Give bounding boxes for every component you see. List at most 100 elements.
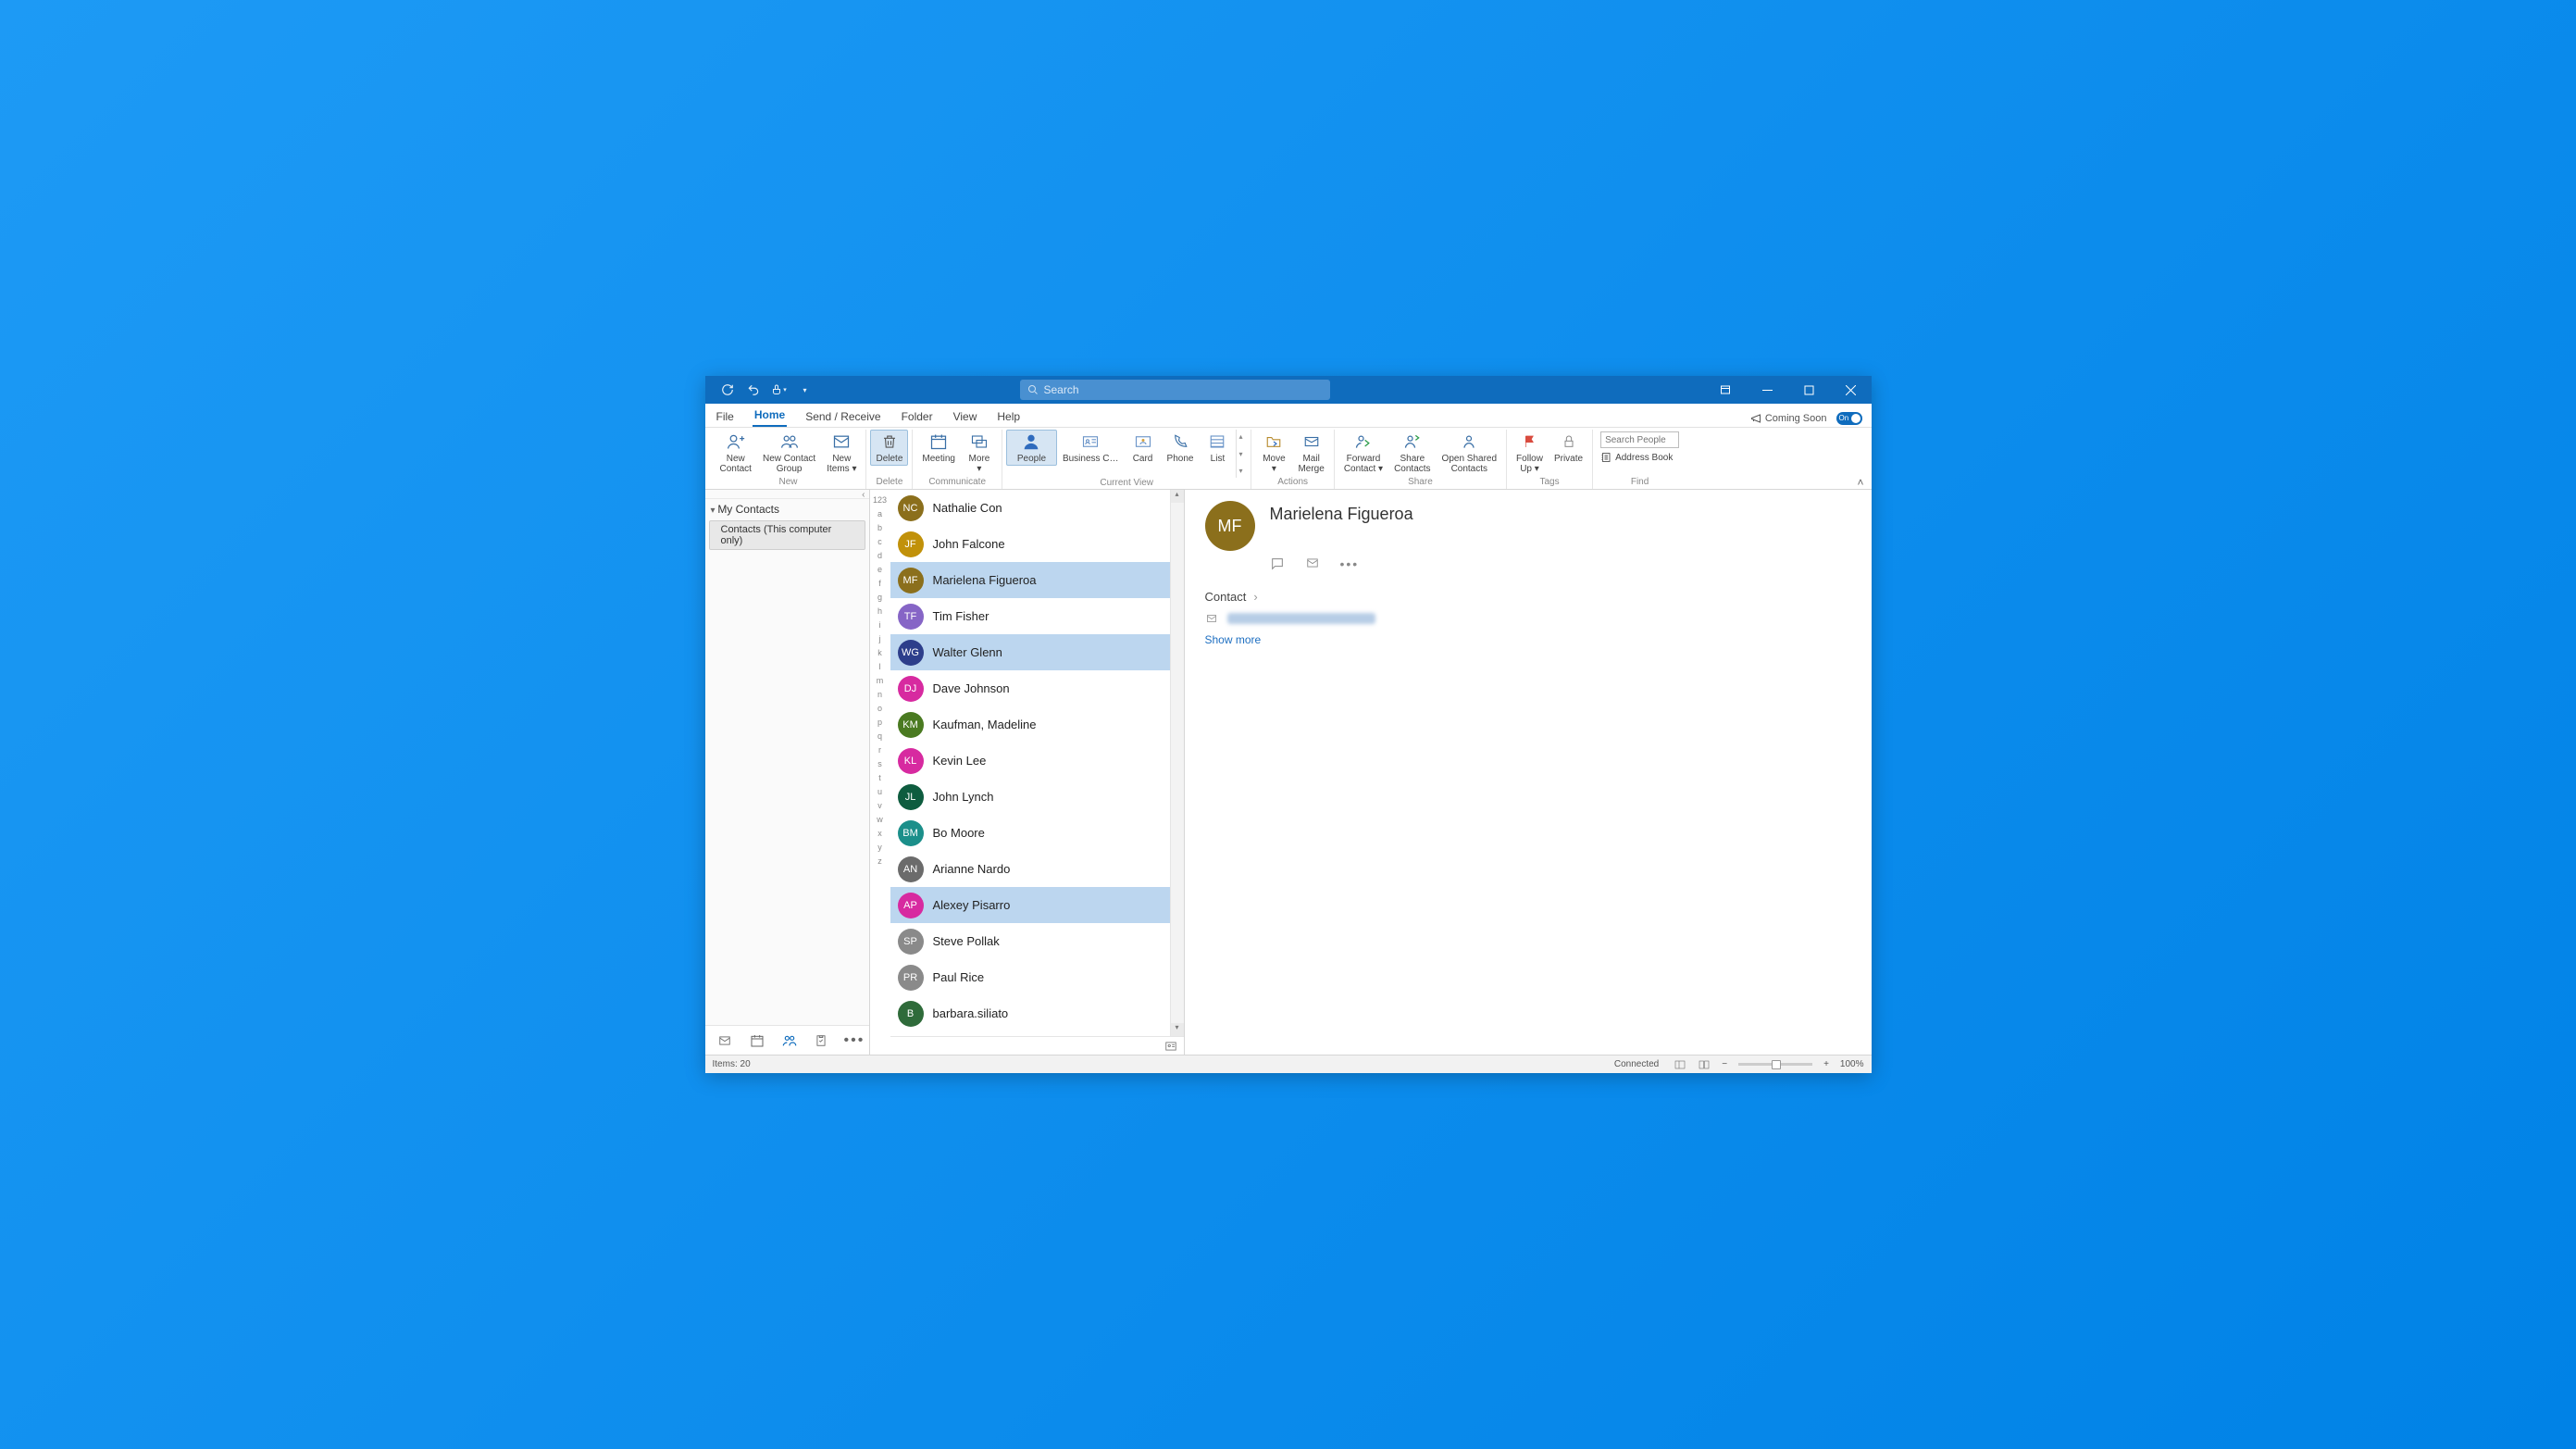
nav-mail-icon[interactable] <box>716 1034 733 1047</box>
show-more-link[interactable]: Show more <box>1205 633 1851 646</box>
nav-folder-contacts[interactable]: Contacts (This computer only) <box>709 520 865 550</box>
contact-row[interactable]: TFTim Fisher <box>890 598 1184 634</box>
contact-row[interactable]: Bbarbara.siliato <box>890 995 1184 1031</box>
chat-icon[interactable] <box>1270 556 1285 571</box>
alpha-123[interactable]: 123 <box>870 493 890 507</box>
alpha-k[interactable]: k <box>870 646 890 660</box>
alpha-c[interactable]: c <box>870 535 890 549</box>
open-shared-contacts-button[interactable]: Open Shared Contacts <box>1437 430 1503 476</box>
tab-view[interactable]: View <box>952 406 979 427</box>
share-contacts-button[interactable]: Share Contacts <box>1388 430 1436 476</box>
alpha-n[interactable]: n <box>870 688 890 702</box>
sync-icon[interactable] <box>719 381 736 398</box>
follow-up-button[interactable]: Follow Up ▾ <box>1511 430 1549 476</box>
more-communicate-button[interactable]: More ▾ <box>961 430 998 476</box>
mail-merge-button[interactable]: Mail Merge <box>1292 430 1329 476</box>
collapse-ribbon-icon[interactable]: ˄ <box>1857 476 1863 489</box>
new-contact-group-button[interactable]: New Contact Group <box>757 430 821 476</box>
alpha-s[interactable]: s <box>870 757 890 771</box>
view-list-button[interactable]: List <box>1199 430 1236 466</box>
alpha-y[interactable]: y <box>870 841 890 855</box>
new-items-button[interactable]: New Items ▾ <box>821 430 862 476</box>
tab-folder[interactable]: Folder <box>900 406 935 427</box>
view-card-button[interactable]: Card <box>1125 430 1162 466</box>
global-search[interactable]: Search <box>1020 380 1330 400</box>
view-reading-icon[interactable] <box>1692 1059 1716 1070</box>
alpha-w[interactable]: w <box>870 813 890 827</box>
touch-mode-icon[interactable]: ▾ <box>771 381 788 398</box>
minimize-button[interactable] <box>1747 376 1788 404</box>
search-people-input[interactable] <box>1600 431 1679 448</box>
maximize-button[interactable] <box>1788 376 1830 404</box>
view-gallery-scroll[interactable]: ▴▾▾ <box>1236 430 1247 478</box>
coming-soon[interactable]: Coming Soon <box>1750 413 1827 424</box>
alpha-index[interactable]: 123abcdefghijklmnopqrstuvwxyz <box>870 490 890 1055</box>
nav-collapse-icon[interactable]: ‹ <box>705 490 869 499</box>
alpha-u[interactable]: u <box>870 785 890 799</box>
contact-section-header[interactable]: Contact › <box>1205 590 1851 604</box>
zoom-slider[interactable] <box>1738 1063 1812 1066</box>
move-button[interactable]: Move ▾ <box>1255 430 1292 476</box>
contact-row[interactable]: WGWalter Glenn <box>890 634 1184 670</box>
alpha-a[interactable]: a <box>870 507 890 521</box>
alpha-i[interactable]: i <box>870 618 890 632</box>
alpha-h[interactable]: h <box>870 605 890 618</box>
new-contact-button[interactable]: New Contact <box>715 430 757 476</box>
contact-row[interactable]: KMKaufman, Madeline <box>890 706 1184 743</box>
alpha-l[interactable]: l <box>870 660 890 674</box>
contact-row[interactable]: JFJohn Falcone <box>890 526 1184 562</box>
nav-tasks-icon[interactable] <box>815 1033 828 1048</box>
alpha-v[interactable]: v <box>870 799 890 813</box>
alpha-d[interactable]: d <box>870 549 890 563</box>
more-actions-icon[interactable]: ••• <box>1340 556 1360 571</box>
scroll-down-icon[interactable]: ▾ <box>1171 1023 1184 1036</box>
delete-button[interactable]: Delete <box>870 430 908 466</box>
alpha-j[interactable]: j <box>870 632 890 646</box>
alpha-x[interactable]: x <box>870 827 890 841</box>
alpha-z[interactable]: z <box>870 855 890 868</box>
nav-calendar-icon[interactable] <box>750 1033 765 1048</box>
alpha-f[interactable]: f <box>870 577 890 591</box>
alpha-o[interactable]: o <box>870 702 890 716</box>
alpha-p[interactable]: p <box>870 716 890 730</box>
view-normal-icon[interactable] <box>1668 1059 1692 1070</box>
contact-row[interactable]: ANArianne Nardo <box>890 851 1184 887</box>
email-action-icon[interactable] <box>1305 556 1320 571</box>
nav-my-contacts[interactable]: My Contacts <box>705 499 869 519</box>
nav-more-icon[interactable]: ••• <box>844 1032 865 1049</box>
forward-contact-button[interactable]: Forward Contact ▾ <box>1338 430 1388 476</box>
people-pane-toggle[interactable] <box>890 1036 1184 1055</box>
address-book-button[interactable]: Address Book <box>1600 452 1679 463</box>
contact-row[interactable]: BMBo Moore <box>890 815 1184 851</box>
alpha-r[interactable]: r <box>870 743 890 757</box>
view-people-button[interactable]: People <box>1006 430 1057 466</box>
alpha-g[interactable]: g <box>870 591 890 605</box>
contact-row[interactable]: SPSteve Pollak <box>890 923 1184 959</box>
ribbon-display-icon[interactable] <box>1705 376 1747 404</box>
alpha-t[interactable]: t <box>870 771 890 785</box>
private-button[interactable]: Private <box>1549 430 1588 466</box>
view-phone-button[interactable]: Phone <box>1162 430 1200 466</box>
contact-row[interactable]: KLKevin Lee <box>890 743 1184 779</box>
tab-help[interactable]: Help <box>995 406 1022 427</box>
alpha-m[interactable]: m <box>870 674 890 688</box>
alpha-b[interactable]: b <box>870 521 890 535</box>
contact-row[interactable]: MFMarielena Figueroa <box>890 562 1184 598</box>
undo-icon[interactable] <box>745 381 762 398</box>
scroll-up-icon[interactable]: ▴ <box>1171 490 1184 503</box>
contact-row[interactable]: JLJohn Lynch <box>890 779 1184 815</box>
contact-email-value[interactable] <box>1227 613 1375 624</box>
coming-soon-toggle[interactable]: On <box>1836 412 1862 425</box>
nav-people-icon[interactable] <box>781 1033 798 1048</box>
contact-row[interactable]: DJDave Johnson <box>890 670 1184 706</box>
customize-qat-icon[interactable]: ▾ <box>797 381 814 398</box>
tab-send-receive[interactable]: Send / Receive <box>803 406 882 427</box>
view-business-card-button[interactable]: Business C… <box>1057 430 1125 466</box>
list-scrollbar[interactable]: ▴ ▾ <box>1170 490 1184 1036</box>
zoom-in-icon[interactable]: + <box>1818 1059 1835 1069</box>
zoom-out-icon[interactable]: − <box>1716 1059 1733 1069</box>
tab-home[interactable]: Home <box>753 405 787 427</box>
meeting-button[interactable]: Meeting <box>916 430 961 466</box>
close-button[interactable] <box>1830 376 1872 404</box>
contact-row[interactable]: NCNathalie Con <box>890 490 1184 526</box>
